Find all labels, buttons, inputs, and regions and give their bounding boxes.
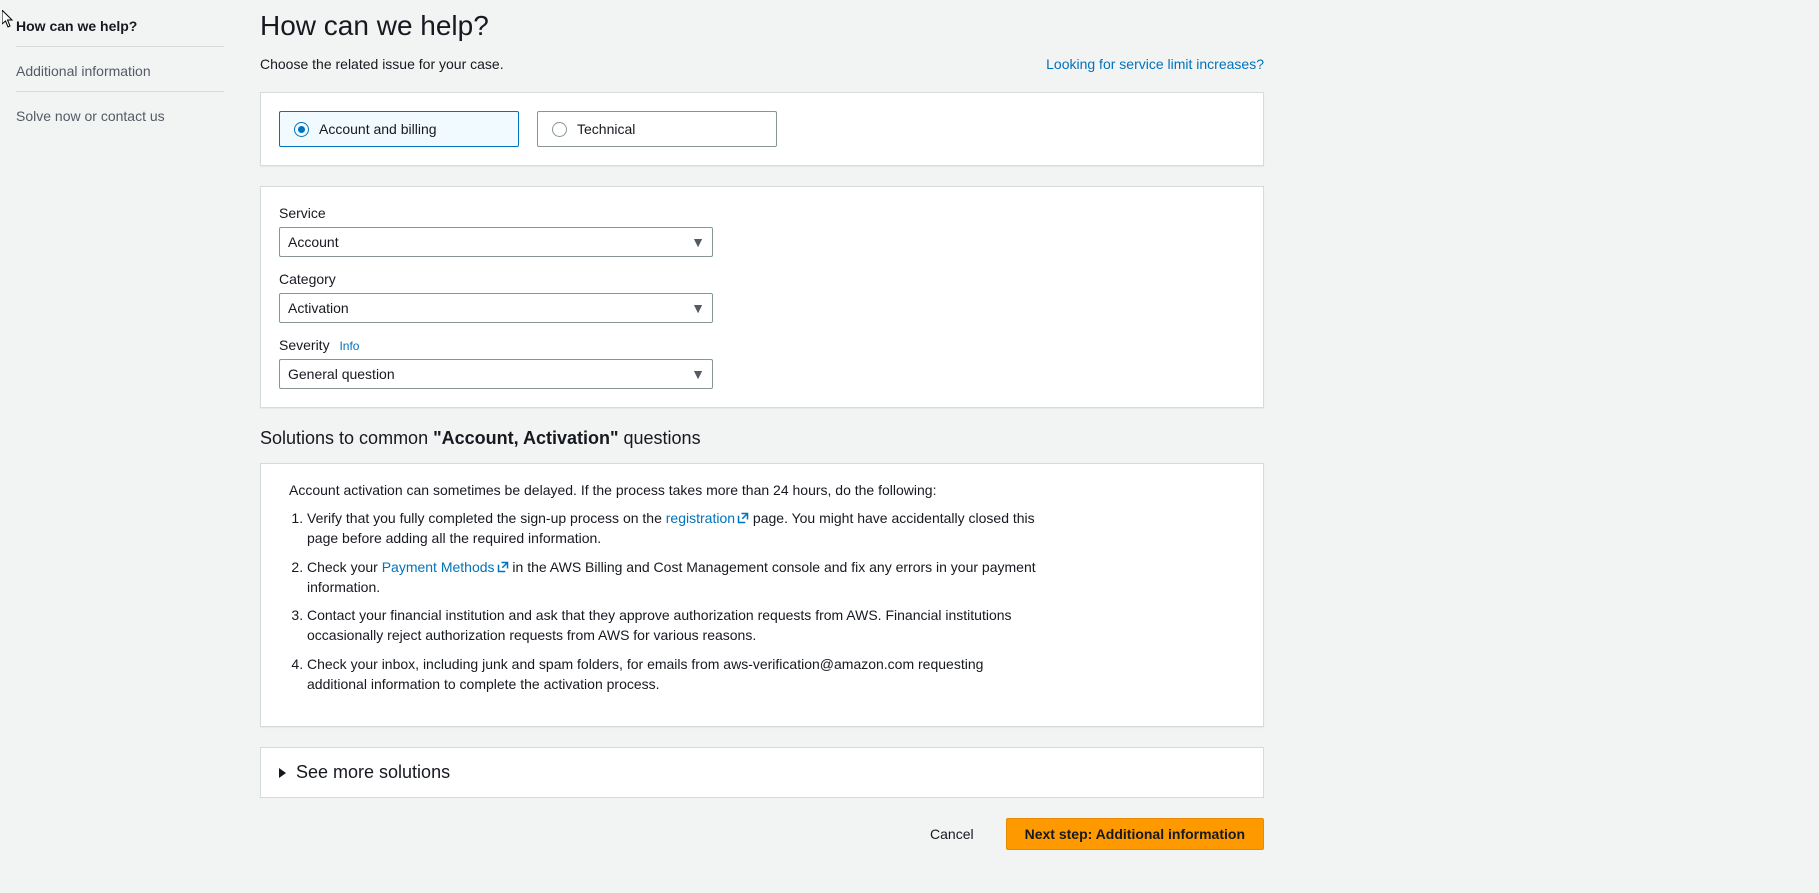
sidebar-item-solve-contact[interactable]: Solve now or contact us [16, 102, 224, 136]
cancel-button[interactable]: Cancel [912, 819, 992, 849]
payment-methods-link[interactable]: Payment Methods [382, 559, 509, 575]
severity-info-link[interactable]: Info [339, 339, 359, 353]
form-panel: Service Account ▼ Category Activation ▼ … [260, 186, 1264, 408]
severity-label: Severity Info [279, 337, 1245, 353]
page-title: How can we help? [260, 10, 1264, 42]
radio-icon [294, 122, 309, 137]
next-step-button[interactable]: Next step: Additional information [1006, 818, 1264, 850]
radio-account-billing[interactable]: Account and billing [279, 111, 519, 147]
category-select[interactable]: Activation [279, 293, 713, 323]
sidebar-item-label: How can we help? [16, 18, 137, 34]
see-more-label: See more solutions [296, 762, 450, 783]
external-link-icon [737, 512, 749, 524]
radio-label: Technical [577, 121, 635, 137]
service-limit-link[interactable]: Looking for service limit increases? [1046, 56, 1264, 72]
sidebar-item-label: Additional information [16, 63, 151, 79]
radio-technical[interactable]: Technical [537, 111, 777, 147]
radio-icon [552, 122, 567, 137]
solution-item: Check your Payment Methods in the AWS Bi… [307, 557, 1047, 598]
solutions-panel: Account activation can sometimes be dela… [260, 463, 1264, 727]
main-content: How can we help? Choose the related issu… [240, 0, 1300, 893]
severity-select[interactable]: General question [279, 359, 713, 389]
registration-link[interactable]: registration [666, 510, 749, 526]
see-more-solutions[interactable]: See more solutions [260, 747, 1264, 798]
sidebar-item-help[interactable]: How can we help? [16, 12, 224, 47]
solution-item: Contact your financial institution and a… [307, 605, 1047, 646]
category-label: Category [279, 271, 1245, 287]
page-subtitle: Choose the related issue for your case. [260, 56, 504, 72]
sidebar: How can we help? Additional information … [0, 0, 240, 893]
issue-type-panel: Account and billing Technical [260, 92, 1264, 166]
solutions-heading: Solutions to common "Account, Activation… [260, 428, 1264, 449]
solution-item: Check your inbox, including junk and spa… [307, 654, 1047, 695]
caret-right-icon [279, 768, 286, 778]
service-label: Service [279, 205, 1245, 221]
solutions-intro: Account activation can sometimes be dela… [289, 482, 1235, 498]
radio-label: Account and billing [319, 121, 437, 137]
service-select[interactable]: Account [279, 227, 713, 257]
solution-item: Verify that you fully completed the sign… [307, 508, 1047, 549]
sidebar-item-label: Solve now or contact us [16, 108, 165, 124]
footer-actions: Cancel Next step: Additional information [260, 818, 1264, 856]
sidebar-item-additional-info[interactable]: Additional information [16, 57, 224, 92]
external-link-icon [497, 561, 509, 573]
